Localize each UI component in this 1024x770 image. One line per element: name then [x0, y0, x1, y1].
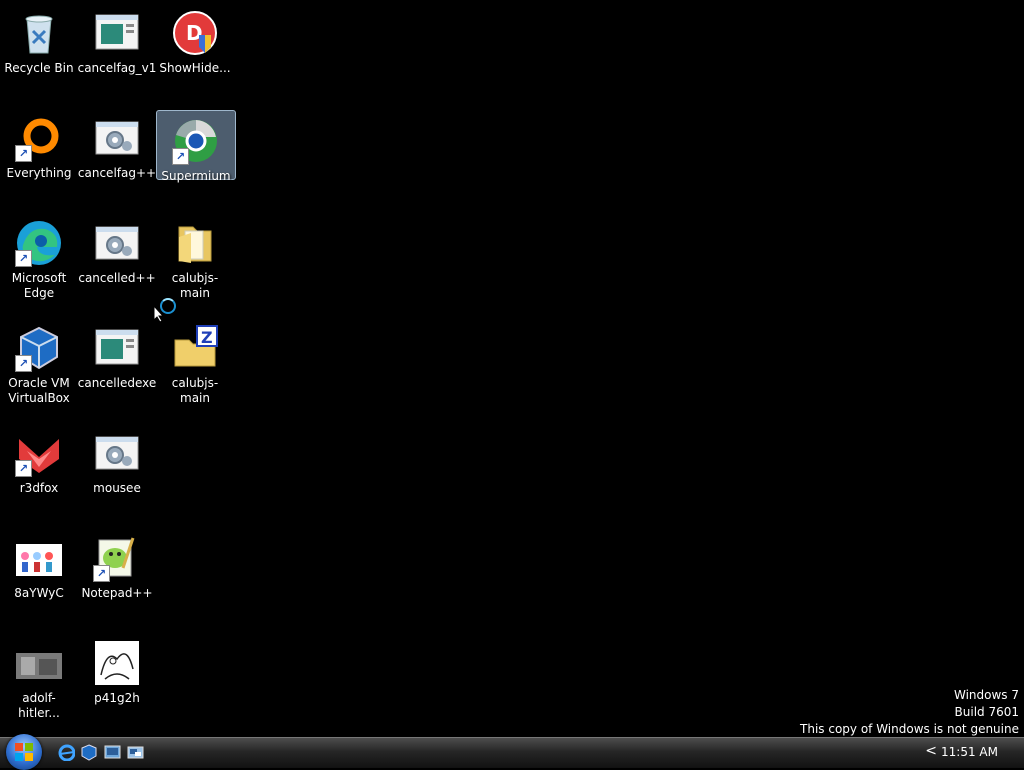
desktop-icon-label: Recycle Bin [4, 61, 74, 75]
desktop-icon-cancelledexe[interactable]: cancelledexe [78, 318, 156, 390]
desktop-icon-mousee[interactable]: mousee [78, 423, 156, 495]
gear-window-icon [93, 219, 141, 267]
desktop-icon-label: Supermium [161, 169, 231, 183]
virtualbox-icon: ↗ [15, 324, 63, 372]
desktop-icon-label: ShowHide... [159, 61, 231, 75]
notepadpp-icon: ↗ [93, 534, 141, 582]
shortcut-arrow-icon: ↗ [172, 148, 189, 165]
desktop-icon-p41g2h[interactable]: p41g2h [78, 633, 156, 705]
recycle-bin-icon [15, 9, 63, 57]
desktop-icon-r3dfox[interactable]: ↗ r3dfox [0, 423, 78, 495]
gear-window-icon [93, 114, 141, 162]
desktop-icon-label: p41g2h [94, 691, 140, 705]
shortcut-arrow-icon: ↗ [15, 460, 32, 477]
show-hidden-icons-button[interactable]: < [925, 743, 937, 759]
shortcut-arrow-icon: ↗ [15, 145, 32, 162]
desktop-icon-calubjs-zip[interactable]: Z calubjs-main [156, 318, 234, 405]
svg-text:Z: Z [201, 328, 213, 347]
desktop-icon-everything[interactable]: ↗ Everything [0, 108, 78, 180]
busy-spinner-icon [160, 298, 176, 314]
quick-launch [58, 744, 144, 762]
switch-windows-icon[interactable] [127, 744, 144, 761]
gear-window-icon [93, 429, 141, 477]
start-button[interactable] [6, 734, 42, 770]
desktop-icon-microsoft-edge[interactable]: ↗ Microsoft Edge [0, 213, 78, 301]
sketch-thumbnail-icon [93, 639, 141, 687]
desktop-icon-label: Notepad++ [81, 586, 153, 600]
watermark-notice: This copy of Windows is not genuine [800, 722, 1019, 736]
showhide-icon: D [171, 9, 219, 57]
desktop-icon-cancelfag-v1[interactable]: cancelfag_v1 [78, 3, 156, 75]
desktop-icon-calubjs-folder[interactable]: calubjs-main [156, 213, 234, 300]
watermark-build: Build 7601 [954, 705, 1019, 719]
desktop-icon-cancelfag-pp[interactable]: cancelfag++ [78, 108, 156, 180]
desktop-icon-adolf-hitler[interactable]: adolf-hitler... [0, 633, 78, 720]
desktop-icon-label: cancelfag++ [77, 166, 157, 180]
desktop-icon-recycle-bin[interactable]: Recycle Bin [0, 3, 78, 75]
shortcut-arrow-icon: ↗ [93, 565, 110, 582]
desktop-icon-cancelled-pp[interactable]: cancelled++ [78, 213, 156, 285]
windows-logo-icon [15, 743, 33, 761]
desktop-icon-8aywyc[interactable]: 8aYWyC [0, 528, 78, 600]
desktop-icon-notepadpp[interactable]: ↗ Notepad++ [78, 528, 156, 600]
desktop-icon-label: adolf-hitler... [18, 691, 60, 720]
desktop-icon-label: Microsoft Edge [11, 271, 67, 300]
folder-icon [171, 219, 219, 267]
desktop-icon-label: calubjs-main [171, 376, 219, 405]
desktop-icon-label: cancelledexe [77, 376, 157, 390]
desktop-icon-supermium[interactable]: ↗ Supermium [156, 110, 236, 183]
taskbar: < 11:51 AM [0, 734, 1024, 770]
internet-explorer-icon[interactable] [58, 744, 76, 762]
desktop-icon-label: calubjs-main [171, 271, 219, 300]
desktop-icon-label: cancelled++ [78, 271, 156, 285]
window-icon [93, 9, 141, 57]
virtualbox-icon[interactable] [81, 744, 98, 761]
everything-icon: ↗ [15, 114, 63, 162]
r3dfox-icon: ↗ [15, 429, 63, 477]
desktop-icon-label: r3dfox [19, 481, 59, 495]
desktop-icon-label: Everything [6, 166, 72, 180]
window-icon [93, 324, 141, 372]
taskbar-clock[interactable]: 11:51 AM [941, 745, 998, 759]
shortcut-arrow-icon: ↗ [15, 250, 32, 267]
desktop-icon-virtualbox[interactable]: ↗ Oracle VM VirtualBox [0, 318, 78, 406]
desktop-icon-label: Oracle VM VirtualBox [8, 376, 70, 405]
watermark-os: Windows 7 [953, 688, 1019, 702]
desktop-icon-label: 8aYWyC [14, 586, 64, 600]
image-thumbnail-icon [15, 639, 63, 687]
supermium-icon: ↗ [172, 117, 220, 165]
desktop-icon-label: cancelfag_v1 [77, 61, 157, 75]
show-desktop-icon[interactable] [104, 744, 121, 761]
shortcut-arrow-icon: ↗ [15, 355, 32, 372]
image-thumbnail-icon [15, 534, 63, 582]
zip-folder-icon: Z [171, 324, 219, 372]
desktop-icon-showhide[interactable]: D ShowHide... [156, 3, 234, 75]
desktop-icon-label: mousee [93, 481, 141, 495]
genuine-watermark: Windows 7 Build 7601 This copy of Window… [800, 687, 1019, 738]
edge-icon: ↗ [15, 219, 63, 267]
